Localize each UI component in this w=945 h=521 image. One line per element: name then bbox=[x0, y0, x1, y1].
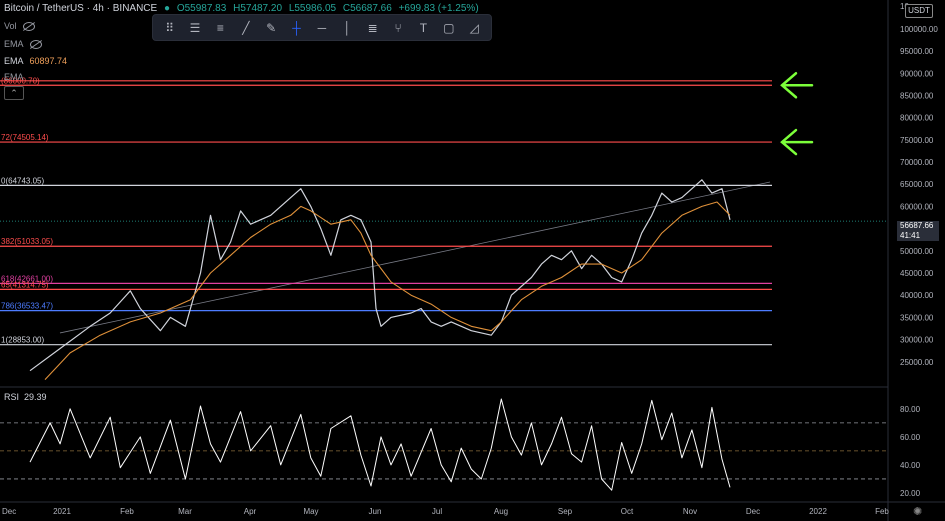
drawing-toolbar: ⠿ ☰ ≡ ╱ ✎ ┼ ─ │ ≣ ⑂ T ▢ ◿ bbox=[152, 14, 492, 41]
currency-button[interactable]: USDT bbox=[905, 4, 933, 18]
time-tick-label: Apr bbox=[244, 507, 257, 516]
price-tick-label: 85000.00 bbox=[900, 91, 934, 100]
time-tick-label: Sep bbox=[558, 507, 573, 516]
horizontal-segment-icon[interactable]: ─ bbox=[312, 19, 332, 37]
price-tick-label: 80000.00 bbox=[900, 114, 934, 123]
ema-series-line bbox=[44, 201, 731, 380]
green-arrow-icon bbox=[780, 72, 814, 99]
symbol-title[interactable]: Bitcoin / TetherUS · 4h · BINANCE bbox=[4, 3, 157, 14]
horizontal-line-icon[interactable]: ☰ bbox=[185, 19, 205, 37]
fib-level-label: 0(64743.05) bbox=[1, 176, 44, 185]
price-tick-label: 60000.00 bbox=[900, 202, 934, 211]
indicator-ema-1[interactable]: EMA bbox=[4, 39, 42, 50]
ohlc-close: C56687.66 bbox=[342, 3, 392, 14]
ray-icon[interactable]: ≡ bbox=[210, 19, 230, 37]
time-tick-label: Mar bbox=[178, 507, 192, 516]
gear-icon[interactable]: ✺ bbox=[913, 505, 922, 518]
time-tick-label: Feb bbox=[120, 507, 134, 516]
indicator-ema-label: EMA bbox=[4, 72, 24, 82]
green-arrow-path bbox=[780, 128, 814, 156]
green-arrow-icon bbox=[780, 128, 814, 156]
price-tick-label: 65000.00 bbox=[900, 180, 934, 189]
fib-level-label: 382(51033.05) bbox=[1, 237, 53, 246]
price-tick-label: 90000.00 bbox=[900, 69, 934, 78]
price-tick-label: 50000.00 bbox=[900, 247, 934, 256]
crosshair-icon[interactable]: ┼ bbox=[287, 19, 307, 37]
time-tick-label: Jun bbox=[369, 507, 382, 516]
fib-fan-icon[interactable]: ◿ bbox=[464, 19, 484, 37]
indicator-ema-2[interactable]: EMA 60897.74 bbox=[4, 56, 67, 66]
price-tick-label: 95000.00 bbox=[900, 47, 934, 56]
price-series-line bbox=[29, 179, 731, 372]
pitchfork-icon[interactable]: ⑂ bbox=[388, 19, 408, 37]
price-tick-label: 35000.00 bbox=[900, 313, 934, 322]
rectangle-icon[interactable]: ▢ bbox=[439, 19, 459, 37]
ohlc-change: +699.83 (+1.25%) bbox=[398, 3, 479, 14]
time-tick-label: Nov bbox=[683, 507, 697, 516]
fib-level-label: 786(36533.47) bbox=[1, 302, 53, 311]
drag-handle-icon[interactable]: ⠿ bbox=[160, 19, 180, 37]
ohlc-low: L55986.05 bbox=[288, 3, 337, 14]
rsi-legend[interactable]: RSI 29.39 bbox=[4, 392, 47, 402]
hidden-eye-icon[interactable] bbox=[29, 40, 42, 50]
ohlc-open: O55987.83 bbox=[176, 3, 227, 14]
time-tick-label: Aug bbox=[494, 507, 508, 516]
indicator-vol[interactable]: Vol bbox=[4, 21, 35, 32]
parallel-channel-icon[interactable]: ≣ bbox=[363, 19, 383, 37]
bar-countdown: 41:41 bbox=[900, 231, 921, 240]
rsi-tick-label: 80.00 bbox=[900, 405, 921, 414]
price-chart[interactable]: 100000.00 95000.00 90000.00 85000.00 80000.0… bbox=[0, 0, 945, 521]
indicator-ema-label: EMA bbox=[4, 56, 24, 66]
green-arrow-path bbox=[780, 72, 814, 99]
price-tick-label: 45000.00 bbox=[900, 269, 934, 278]
fib-level-label: 72(74505.14) bbox=[1, 133, 49, 142]
trend-line-icon[interactable]: ╱ bbox=[236, 19, 256, 37]
time-tick-label: 2021 bbox=[53, 507, 71, 516]
chart-header: Bitcoin / TetherUS · 4h · BINANCE ● O559… bbox=[4, 3, 483, 14]
indicator-vol-label: Vol bbox=[4, 21, 17, 31]
indicator-ema-3[interactable]: EMA bbox=[4, 72, 24, 82]
collapse-indicators-button[interactable]: ⌃ bbox=[4, 86, 24, 100]
last-price: 56687.66 bbox=[900, 221, 934, 230]
interval-dot: ● bbox=[163, 3, 171, 14]
indicator-ema-value: 60897.74 bbox=[29, 56, 68, 66]
time-tick-label: Dec bbox=[2, 507, 16, 516]
fib-level-label: 1(28853.00) bbox=[1, 336, 44, 345]
rsi-label: RSI bbox=[4, 392, 20, 402]
price-tick-label: 70000.00 bbox=[900, 158, 934, 167]
rsi-tick-label: 20.00 bbox=[900, 489, 921, 498]
price-tick-label: 75000.00 bbox=[900, 136, 934, 145]
time-tick-label: 2022 bbox=[809, 507, 827, 516]
time-tick-label: Jul bbox=[432, 507, 442, 516]
price-tick-label: 25000.00 bbox=[900, 358, 934, 367]
price-tick-label: 100000.00 bbox=[900, 25, 938, 34]
last-price-tag: 56687.66 41:41 bbox=[897, 221, 939, 241]
vertical-line-icon[interactable]: │ bbox=[337, 19, 357, 37]
brush-icon[interactable]: ✎ bbox=[261, 19, 281, 37]
time-tick-label: Dec bbox=[746, 507, 760, 516]
price-tick-label: 30000.00 bbox=[900, 336, 934, 345]
time-tick-label: Oct bbox=[621, 507, 634, 516]
hidden-eye-icon[interactable] bbox=[22, 22, 35, 32]
ohlc-high: H57487.20 bbox=[233, 3, 283, 14]
price-tick-label: 40000.00 bbox=[900, 291, 934, 300]
time-tick-label: Feb bbox=[875, 507, 889, 516]
rsi-tick-label: 40.00 bbox=[900, 461, 921, 470]
time-tick-label: May bbox=[303, 507, 318, 516]
text-icon[interactable]: T bbox=[413, 19, 433, 37]
rsi-series-line bbox=[29, 398, 731, 491]
fib-level-label: 65(41314.75) bbox=[1, 280, 49, 289]
indicator-ema-label: EMA bbox=[4, 39, 24, 49]
rsi-value: 29.39 bbox=[24, 392, 47, 402]
rsi-tick-label: 60.00 bbox=[900, 433, 921, 442]
